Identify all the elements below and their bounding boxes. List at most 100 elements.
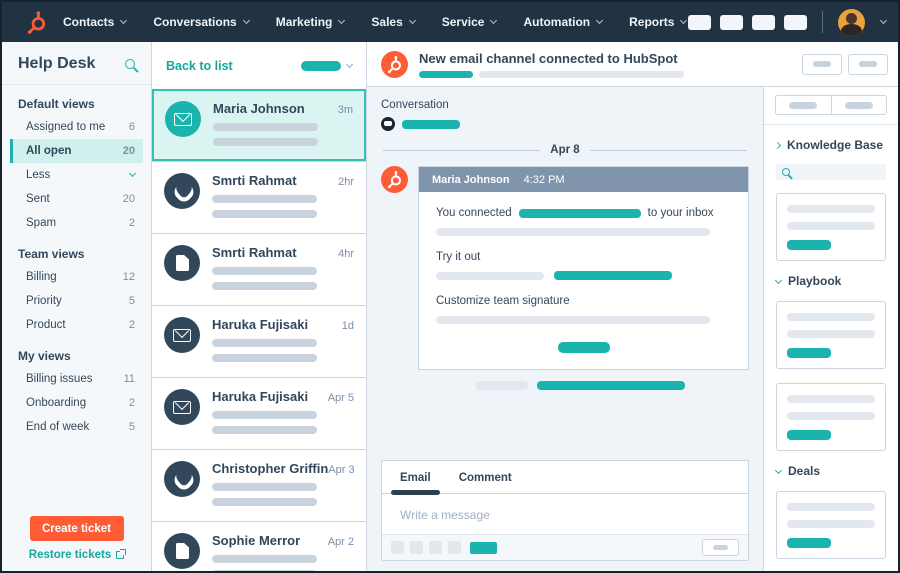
tab-label-placeholder: [789, 101, 818, 109]
nav-action-placeholder[interactable]: [720, 14, 743, 30]
conversation-list-item[interactable]: Christopher Griffin Apr 3: [152, 449, 366, 521]
conversation-list-item[interactable]: Smrti Rahmat 2hr: [152, 161, 366, 233]
message-text-placeholder: [436, 271, 544, 280]
chevron-down-icon: [345, 60, 354, 69]
phone-icon: [164, 461, 200, 497]
playbook-card[interactable]: [776, 383, 886, 451]
nav-menu-item[interactable]: Reports: [629, 15, 688, 29]
playbook-header[interactable]: Playbook: [774, 274, 886, 288]
conversation-list-item[interactable]: Haruka Fujisaki 1d: [152, 305, 366, 377]
card-link-placeholder: [787, 348, 831, 358]
composer-toolbar: [382, 534, 748, 560]
composer-tab[interactable]: Email: [391, 461, 440, 495]
channel-filter-placeholder[interactable]: [402, 119, 460, 129]
section-title: Playbook: [788, 274, 842, 288]
sidebar-view-item[interactable]: Billing issues 11: [10, 367, 143, 391]
view-label: All open: [26, 145, 72, 157]
nav-menu-item[interactable]: Sales: [371, 15, 416, 29]
sidebar-view-item[interactable]: Less: [10, 163, 143, 187]
sidebar-view-item[interactable]: Onboarding 2: [10, 391, 143, 415]
message-time: Apr 2: [327, 536, 354, 548]
deal-card[interactable]: [776, 491, 886, 559]
sidebar-view-item[interactable]: Billing 12: [10, 265, 143, 289]
team-views-section: Team views Billing 12 Priority 5 Product…: [2, 235, 151, 337]
nav-menu-item[interactable]: Marketing: [276, 15, 346, 29]
hubspot-logo-icon[interactable]: [24, 10, 49, 35]
send-button[interactable]: [702, 539, 739, 556]
message-input[interactable]: [382, 494, 748, 534]
nav-menu-label: Automation: [523, 15, 591, 29]
card-link-placeholder: [787, 430, 831, 440]
nav-menu-item[interactable]: Service: [442, 15, 498, 29]
contact-name: Christopher Griffin: [212, 461, 329, 476]
composer-tabs: Email Comment: [382, 461, 748, 495]
section-title: Team views: [18, 247, 85, 261]
chat-bubble-icon[interactable]: [381, 117, 395, 131]
nav-action-placeholder[interactable]: [784, 14, 807, 30]
header-action-button[interactable]: [802, 53, 842, 75]
helpdesk-app: Contacts Conversations Marketing Sales S…: [0, 0, 900, 573]
message-time: Apr 3: [328, 464, 355, 476]
list-sort-dropdown[interactable]: [301, 60, 354, 71]
section-title: Knowledge Base: [787, 138, 884, 152]
contact-name: Sophie Merror: [212, 533, 301, 548]
panel-tab[interactable]: [776, 96, 831, 114]
user-avatar[interactable]: [838, 8, 865, 36]
restore-tickets-link[interactable]: Restore tickets: [29, 549, 127, 561]
tab-label-placeholder: [844, 101, 873, 109]
sidebar-view-item[interactable]: Priority 5: [10, 289, 143, 313]
article-card[interactable]: [776, 193, 886, 261]
formatting-tool-placeholder[interactable]: [429, 541, 442, 554]
sidebar-view-item[interactable]: All open 20: [10, 139, 143, 163]
sidebar-view-item[interactable]: End of week 5: [10, 415, 143, 439]
deals-header[interactable]: Deals: [774, 464, 886, 478]
nav-action-placeholder[interactable]: [688, 14, 711, 30]
card-text-placeholder: [787, 412, 875, 420]
knowledge-base-search[interactable]: [776, 164, 886, 180]
message-preview-placeholder: [212, 210, 317, 218]
reply-composer: Email Comment: [381, 460, 749, 561]
card-text-placeholder: [787, 520, 875, 528]
create-ticket-button[interactable]: Create ticket: [29, 516, 124, 541]
external-link-icon: [116, 549, 127, 559]
card-link-placeholder: [787, 240, 831, 250]
reply-hint-row: [381, 381, 749, 390]
ticket-meta-placeholder: [419, 70, 473, 78]
search-icon[interactable]: [125, 59, 135, 69]
knowledge-base-header[interactable]: Knowledge Base: [773, 138, 886, 152]
back-to-list-link[interactable]: Back to list: [166, 59, 233, 73]
panel-tab[interactable]: [830, 96, 887, 114]
conversation-list-item[interactable]: Smrti Rahmat 4hr: [152, 233, 366, 305]
formatting-tool-placeholder[interactable]: [410, 541, 423, 554]
conversation-list-item[interactable]: Maria Johnson 3m: [152, 89, 366, 161]
formatting-tool-placeholder[interactable]: [448, 541, 461, 554]
formatting-tool-placeholder[interactable]: [391, 541, 404, 554]
header-action-button[interactable]: [848, 53, 888, 75]
sidebar-view-item[interactable]: Sent 20: [10, 187, 143, 211]
playbook-card[interactable]: [776, 301, 886, 369]
message-link-placeholder[interactable]: [554, 271, 672, 280]
sidebar-view-item[interactable]: Product 2: [10, 313, 143, 337]
chevron-down-icon[interactable]: [879, 16, 888, 25]
conversation-list-item[interactable]: Haruka Fujisaki Apr 5: [152, 377, 366, 449]
chevron-down-icon[interactable]: [128, 169, 137, 178]
hubspot-avatar-icon: [381, 50, 408, 78]
composer-tab[interactable]: Comment: [459, 461, 512, 493]
nav-action-placeholder[interactable]: [752, 14, 775, 30]
message-preview-placeholder: [212, 570, 317, 571]
view-count: 5: [128, 421, 135, 433]
sidebar-view-item[interactable]: Spam 2: [10, 211, 143, 235]
sidebar-view-item[interactable]: Assigned to me 6: [10, 115, 143, 139]
nav-menu-item[interactable]: Automation: [523, 15, 604, 29]
view-label: Billing issues: [26, 373, 93, 385]
message-cta-placeholder[interactable]: [557, 342, 610, 353]
card-text-placeholder: [787, 205, 875, 213]
nav-menu-item[interactable]: Contacts: [63, 15, 128, 29]
card-text-placeholder: [787, 313, 875, 321]
hint-link-placeholder[interactable]: [536, 381, 685, 390]
date-label: Apr 8: [550, 144, 580, 156]
nav-menu-item[interactable]: Conversations: [153, 15, 250, 29]
insert-tool-placeholder[interactable]: [470, 541, 497, 554]
conversation-list-item[interactable]: Sophie Merror Apr 2: [152, 521, 366, 571]
message-text: Try it out: [436, 251, 481, 263]
